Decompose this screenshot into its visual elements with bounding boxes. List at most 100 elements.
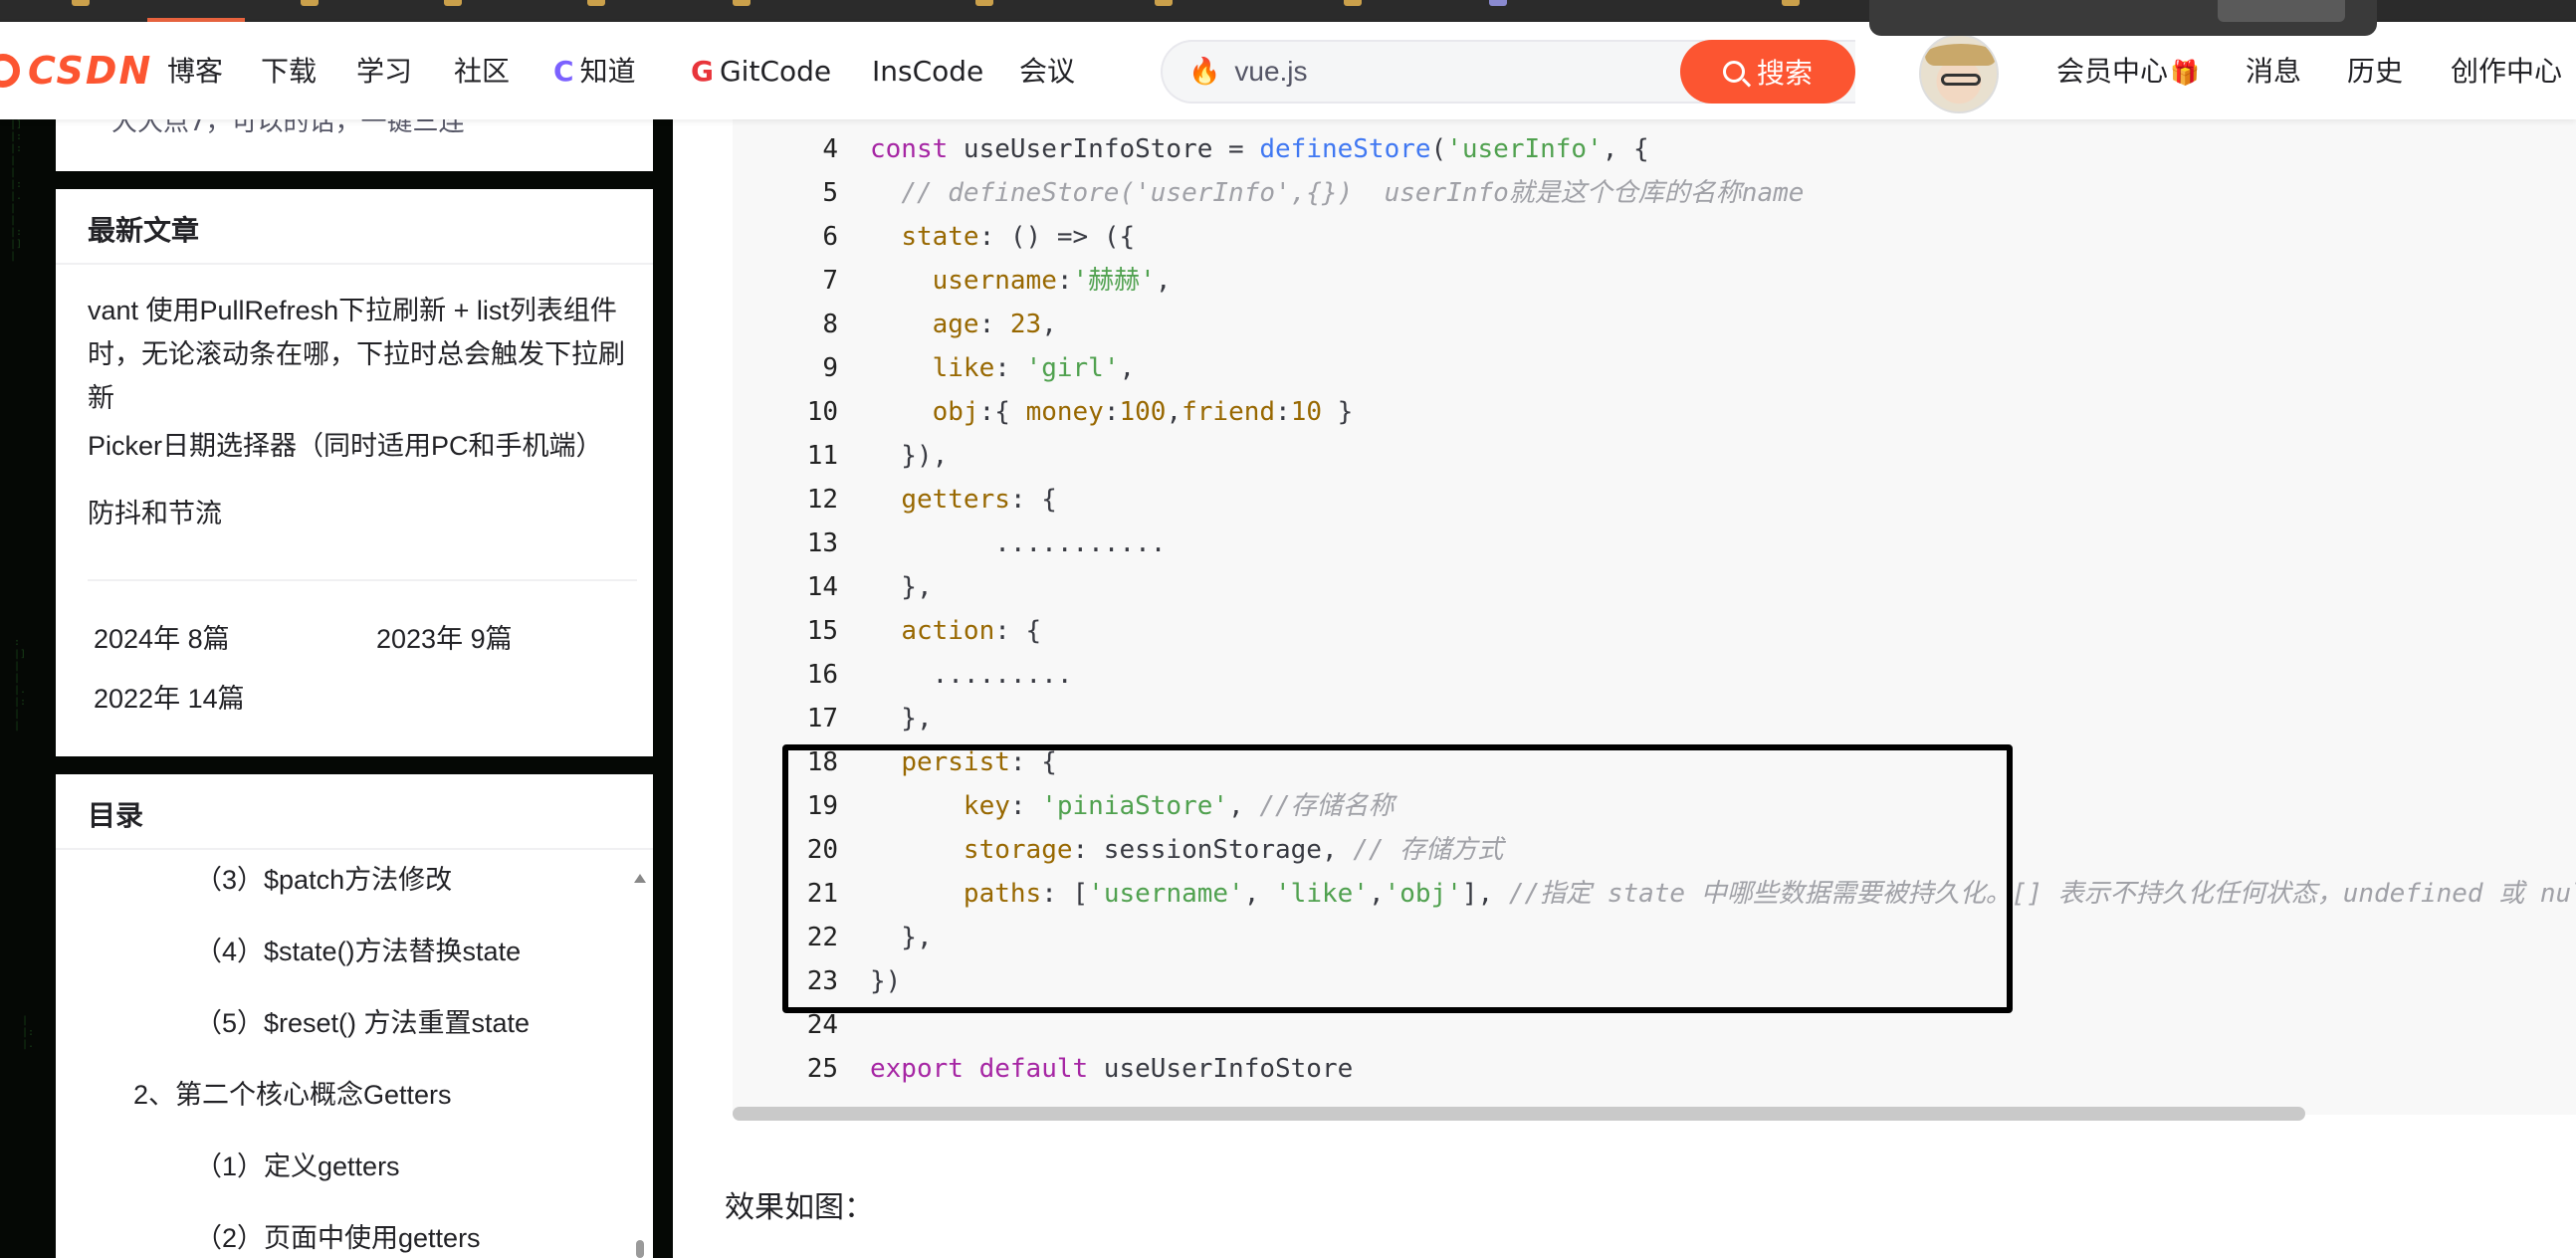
code-text: state: () => ({ xyxy=(901,222,1136,252)
line-number: 19 xyxy=(806,791,838,821)
browser-tab[interactable] xyxy=(975,0,993,6)
line-number: 4 xyxy=(822,134,838,164)
line-number: 7 xyxy=(822,266,838,296)
line-number: 16 xyxy=(806,660,838,690)
archive-link-2022[interactable]: 2022年 14篇 xyxy=(94,677,245,716)
line-number: 6 xyxy=(822,222,838,252)
toc-scroll-thumb[interactable] xyxy=(636,1240,644,1258)
code-line: 24 xyxy=(733,1003,2576,1047)
code-block: 4 const useUserInfoStore = defineStore('u… xyxy=(733,119,2576,1115)
code-line: 7 username:'赫赫', xyxy=(733,259,2576,303)
browser-tab[interactable] xyxy=(72,0,90,6)
toc-title: 目录 xyxy=(88,799,144,832)
toc-scrollbar[interactable] xyxy=(633,874,647,1258)
browser-tab[interactable] xyxy=(1155,0,1173,6)
hot-flame-icon: 🔥 xyxy=(1188,57,1221,87)
code-line: 12 getters: { xyxy=(733,478,2576,522)
nav-zhidao[interactable]: C 知道 xyxy=(553,52,636,92)
logo-ring-icon xyxy=(0,54,20,88)
scroll-up-arrow-icon[interactable] xyxy=(634,874,646,883)
line-number: 10 xyxy=(806,397,838,427)
browser-tab[interactable] xyxy=(1489,0,1507,6)
code-text: // defineStore('userInfo',{}) userInfo就是… xyxy=(901,178,1805,208)
nav-inscode[interactable]: InsCode xyxy=(872,52,983,92)
line-number: 20 xyxy=(806,835,838,865)
csdn-logo[interactable]: CSDN xyxy=(0,46,152,96)
toc-item[interactable]: （4）$state()方法替换state xyxy=(195,930,521,968)
code-line: 9 like: 'girl', xyxy=(733,346,2576,390)
browser-tab[interactable] xyxy=(733,0,751,6)
popup-button[interactable] xyxy=(2218,0,2345,22)
code-text: export default useUserInfoStore xyxy=(870,1054,1354,1084)
toc-item[interactable]: （1）定义getters xyxy=(195,1145,400,1183)
browser-tab[interactable] xyxy=(301,0,319,6)
browser-tab[interactable] xyxy=(1782,0,1800,6)
zhidao-icon: C xyxy=(553,55,574,88)
line-number: 12 xyxy=(806,485,838,515)
line-number: 22 xyxy=(806,923,838,952)
code-line: 23}) xyxy=(733,959,2576,1003)
code-text: paths: ['username', 'like','obj'], //指定 … xyxy=(963,879,2576,909)
toc-item[interactable]: （3）$patch方法修改 xyxy=(195,858,452,897)
code-text: }, xyxy=(870,923,933,952)
line-number: 21 xyxy=(806,879,838,909)
code-line: 20 storage: sessionStorage, // 存储方式 xyxy=(733,828,2576,872)
browser-tab[interactable] xyxy=(587,0,605,6)
nav-community[interactable]: 社区 xyxy=(454,52,510,92)
toc-item[interactable]: （5）$reset() 方法重置state xyxy=(195,1001,530,1040)
archive-link-2023[interactable]: 2023年 9篇 xyxy=(376,617,513,656)
code-text: username:'赫赫', xyxy=(932,266,1172,296)
divider xyxy=(56,263,653,265)
nav-blog[interactable]: 博客 xyxy=(167,52,223,92)
code-text: ........... xyxy=(870,528,1167,558)
code-line: 17 }, xyxy=(733,697,2576,740)
recent-article-link[interactable]: 防抖和节流 xyxy=(88,492,635,535)
code-text: getters: { xyxy=(901,485,1057,515)
code-text: }, xyxy=(870,572,933,602)
recent-article-link[interactable]: vant 使用PullRefresh下拉刷新 + list列表组件时，无论滚动条… xyxy=(88,289,635,420)
browser-tab[interactable] xyxy=(444,0,462,6)
nav-learn[interactable]: 学习 xyxy=(356,52,412,92)
line-number: 17 xyxy=(806,704,838,734)
browser-tab[interactable] xyxy=(1344,0,1362,6)
line-number: 13 xyxy=(806,528,838,558)
code-text: }), xyxy=(870,441,949,471)
code-line: 14 }, xyxy=(733,565,2576,609)
code-line: 6 state: () => ({ xyxy=(733,215,2576,259)
gift-icon: 🎁 xyxy=(2170,59,2200,87)
code-line: 8 age: 23, xyxy=(733,303,2576,346)
nav-download[interactable]: 下载 xyxy=(261,52,317,92)
search-button[interactable]: 搜索 xyxy=(1680,40,1855,104)
result-label: 效果如图： xyxy=(725,1191,874,1224)
avatar-hat xyxy=(1925,44,1997,66)
code-text: action: { xyxy=(901,616,1042,646)
logo-text: CSDN xyxy=(28,49,153,93)
code-line: 18 persist: { xyxy=(733,740,2576,784)
recent-article-link[interactable]: Picker日期选择器（同时适用PC和手机端） xyxy=(88,424,635,468)
code-line: 13 ........... xyxy=(733,522,2576,565)
code-line: 11 }), xyxy=(733,434,2576,478)
nav-meeting[interactable]: 会议 xyxy=(1019,52,1075,92)
code-text: storage: sessionStorage, // 存储方式 xyxy=(963,835,1504,865)
line-number: 23 xyxy=(806,966,838,996)
code-text: obj:{ money:100,friend:10 } xyxy=(932,397,1354,427)
code-text: age: 23, xyxy=(932,310,1057,339)
nav-member-center[interactable]: 会员中心🎁 xyxy=(2056,52,2200,93)
nav-history[interactable]: 历史 xyxy=(2347,52,2403,92)
code-line: 5 // defineStore('userInfo',{}) userInfo… xyxy=(733,171,2576,215)
search-icon xyxy=(1722,61,1745,83)
browser-popup xyxy=(1869,0,2377,36)
archive-link-2024[interactable]: 2024年 8篇 xyxy=(94,617,230,656)
search-button-label: 搜索 xyxy=(1756,57,1813,90)
sidebar-card-fragment: 大大点7，可以的话，一键三连 xyxy=(56,107,653,171)
nav-gitcode[interactable]: G GitCode xyxy=(691,52,831,92)
nav-messages[interactable]: 消息 xyxy=(2246,52,2301,92)
code-horizontal-scrollbar[interactable] xyxy=(733,1107,2305,1121)
line-number: 5 xyxy=(822,178,838,208)
recent-articles-card: 最新文章 vant 使用PullRefresh下拉刷新 + list列表组件时，… xyxy=(56,189,653,756)
toc-item[interactable]: （2）页面中使用getters xyxy=(195,1216,481,1255)
user-avatar[interactable] xyxy=(1919,34,1999,113)
nav-creator-center[interactable]: 创作中心 xyxy=(2451,52,2562,92)
toc-item[interactable]: 2、第二个核心概念Getters xyxy=(133,1073,452,1112)
toc-card: 目录 （3）$patch方法修改 （4）$state()方法替换state （5… xyxy=(56,774,653,1258)
